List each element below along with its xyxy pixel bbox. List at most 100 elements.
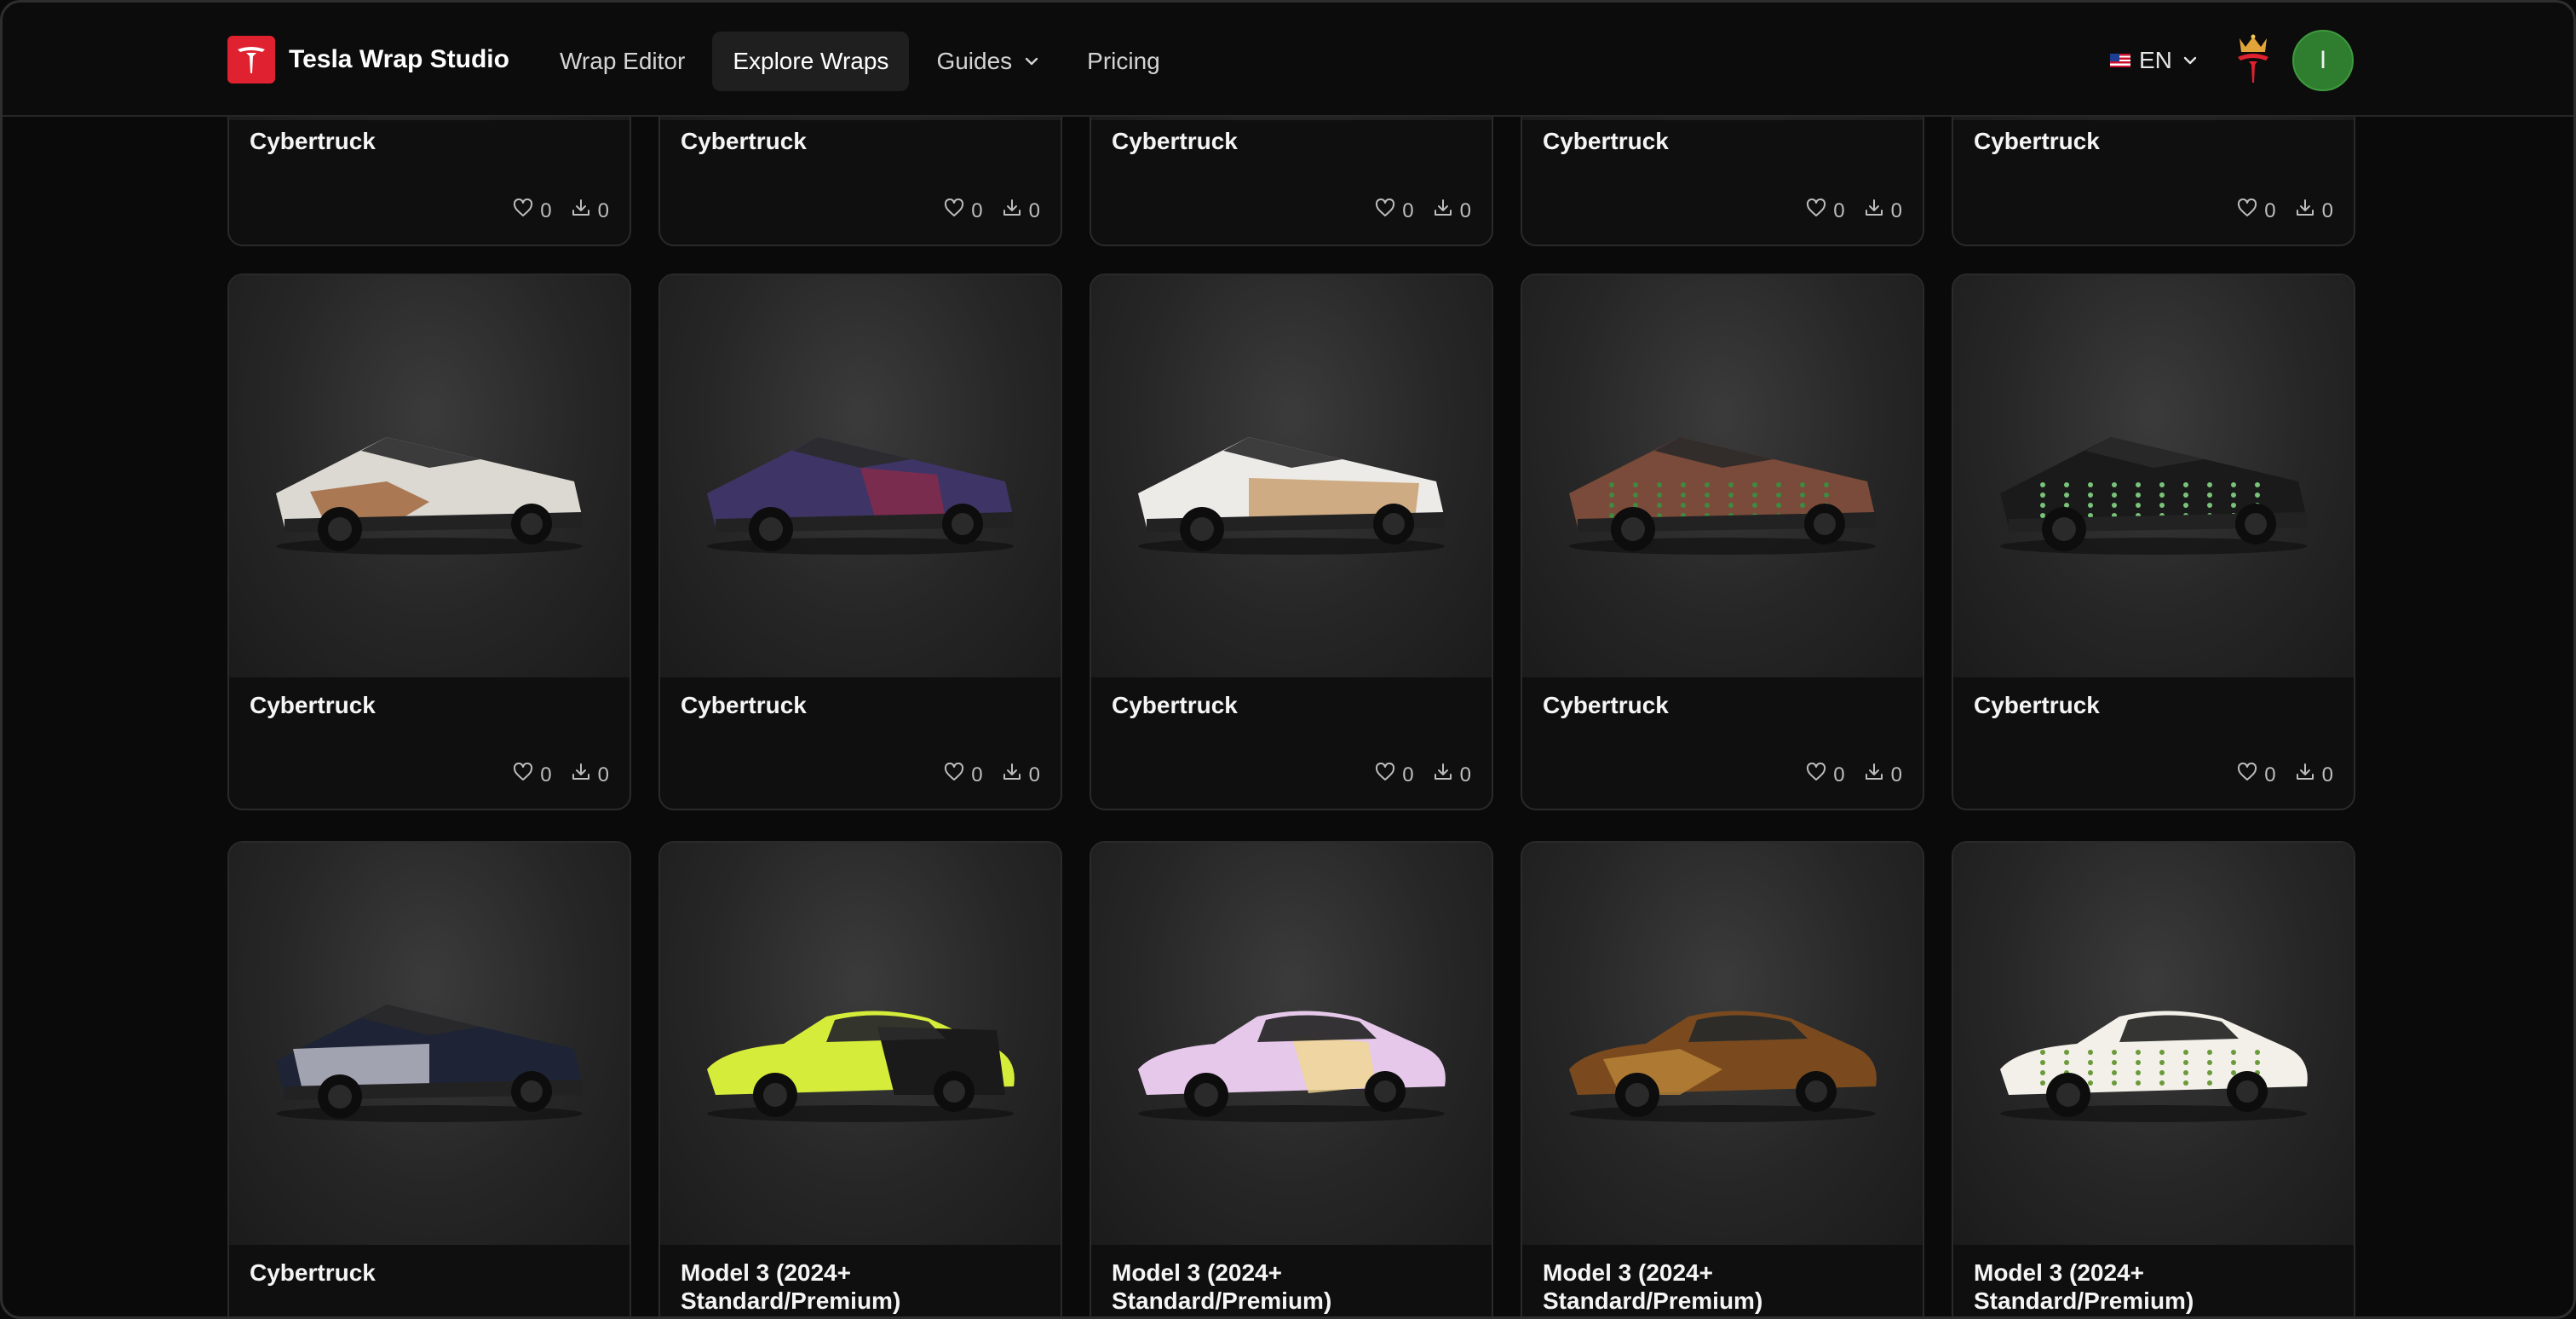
wrap-card-title: Cybertruck [1974, 692, 2100, 718]
download-button[interactable]: 0 [1433, 199, 1471, 223]
user-avatar[interactable]: I [2292, 30, 2354, 91]
wrap-preview[interactable] [229, 843, 630, 1245]
download-count: 0 [1028, 199, 1040, 222]
wrap-card-stats: 00 [1356, 198, 1471, 223]
download-button[interactable]: 0 [571, 199, 609, 223]
wrap-card-title: Cybertruck [681, 128, 807, 154]
wrap-card[interactable]: Cybertruck 0 0 [1952, 274, 2355, 810]
download-button[interactable]: 0 [1002, 763, 1040, 787]
language-selector[interactable]: EN [2110, 42, 2198, 79]
wrap-card-title: Cybertruck [1543, 128, 1669, 154]
download-count: 0 [1890, 199, 1902, 222]
wrap-card[interactable]: Cybertruck [227, 841, 631, 1316]
wrap-card[interactable]: Cybertruck 0 0 [1521, 274, 1924, 810]
download-button[interactable]: 0 [571, 763, 609, 787]
wrap-card-title: Cybertruck [250, 128, 376, 154]
wrap-preview[interactable] [1522, 275, 1923, 677]
nav-wrap-editor[interactable]: Wrap Editor [539, 32, 705, 91]
wrap-preview[interactable] [1953, 843, 2354, 1245]
wrap-card[interactable]: Model 3 (2024+ Standard/Premium) [658, 841, 1062, 1316]
nav-explore-wraps[interactable]: Explore Wraps [712, 32, 910, 91]
wrap-preview[interactable] [1091, 275, 1492, 677]
wrap-preview[interactable] [229, 275, 630, 677]
download-button[interactable]: 0 [1864, 763, 1902, 787]
like-button[interactable]: 0 [944, 198, 983, 223]
wrap-card[interactable]: Model 3 (2024+ Standard/Premium) [1952, 841, 2355, 1316]
like-count: 0 [971, 763, 983, 786]
like-button[interactable]: 0 [1806, 762, 1845, 787]
download-icon [1002, 199, 1029, 223]
chevron-down-icon [1024, 56, 1039, 66]
model3-image [2000, 1011, 2308, 1122]
heart-icon [1375, 762, 1402, 787]
download-icon [1433, 199, 1460, 223]
wrap-card[interactable]: Model 3 (2024+ Standard/Premium) [1090, 841, 1493, 1316]
top-nav-bar: Tesla Wrap Studio Wrap Editor Explore Wr… [3, 3, 2573, 117]
nav-guides[interactable]: Guides [916, 32, 1060, 91]
like-button[interactable]: 0 [944, 762, 983, 787]
like-count: 0 [1402, 199, 1414, 222]
wrap-card-title: Cybertruck [681, 692, 807, 718]
wrap-card-stats: 00 [494, 198, 609, 223]
wrap-card-title: Cybertruck [250, 692, 376, 718]
heart-icon [513, 198, 540, 223]
like-button[interactable]: 0 [513, 762, 552, 787]
like-button[interactable]: 0 [2237, 762, 2276, 787]
like-button[interactable]: 0 [2237, 198, 2276, 223]
download-icon [571, 763, 598, 787]
crown-icon[interactable] [2233, 33, 2274, 86]
wrap-card-stats: 00 [925, 198, 1040, 223]
download-button[interactable]: 0 [2295, 199, 2333, 223]
nav-label: Explore Wraps [733, 48, 889, 74]
model3-image [707, 1011, 1015, 1122]
download-button[interactable]: 0 [1002, 199, 1040, 223]
wrap-card[interactable]: Cybertruck 0 0 [658, 274, 1062, 810]
wrap-card[interactable]: Cybertruck 0 0 [227, 274, 631, 810]
download-count: 0 [1890, 763, 1902, 786]
download-button[interactable]: 0 [1864, 199, 1902, 223]
cybertruck-image [276, 437, 583, 555]
download-count: 0 [597, 199, 609, 222]
wrap-card[interactable]: Model 3 (2024+ Standard/Premium) [1521, 841, 1924, 1316]
nav-label: Guides [936, 48, 1013, 74]
wrap-preview[interactable] [660, 843, 1061, 1245]
heart-icon [1806, 762, 1833, 787]
like-button[interactable]: 0 [1375, 198, 1414, 223]
like-button[interactable]: 0 [1375, 762, 1414, 787]
download-count: 0 [597, 763, 609, 786]
wrap-preview[interactable] [660, 275, 1061, 677]
download-count: 0 [1028, 763, 1040, 786]
wrap-preview[interactable] [1522, 843, 1923, 1245]
wrap-card-stats: 00 [1787, 762, 1902, 787]
like-button[interactable]: 0 [513, 198, 552, 223]
nav-pricing[interactable]: Pricing [1067, 32, 1181, 91]
wrap-card[interactable]: Cybertruck 0 0 [1090, 274, 1493, 810]
model3-image [1138, 1011, 1446, 1122]
like-button[interactable]: 0 [1806, 198, 1845, 223]
wrap-card-stats: 00 [925, 762, 1040, 787]
model3-image [1569, 1011, 1877, 1122]
wrap-preview[interactable] [1953, 275, 2354, 677]
wrap-card-title: Model 3 (2024+ Standard/Premium) [681, 1259, 901, 1314]
cybertruck-image [1138, 437, 1445, 555]
heart-icon [513, 762, 540, 787]
wrap-card-stats: 00 [1356, 762, 1471, 787]
download-button[interactable]: 0 [1433, 763, 1471, 787]
cybertruck-image [2000, 437, 2307, 555]
wrap-card-title: Model 3 (2024+ Standard/Premium) [1112, 1259, 1332, 1314]
download-icon [1433, 763, 1460, 787]
heart-icon [2237, 762, 2264, 787]
wrap-card-title: Cybertruck [1543, 692, 1669, 718]
download-button[interactable]: 0 [2295, 763, 2333, 787]
nav-label: Pricing [1087, 48, 1160, 74]
download-icon [2295, 763, 2322, 787]
chevron-down-icon [2182, 55, 2198, 66]
avatar-initial: I [2319, 46, 2327, 74]
wrap-card-title: Cybertruck [1112, 692, 1238, 718]
heart-icon [2237, 198, 2264, 223]
download-icon [571, 199, 598, 223]
wrap-card-stats: 00 [494, 762, 609, 787]
brand[interactable]: Tesla Wrap Studio [227, 36, 509, 84]
download-count: 0 [1459, 199, 1471, 222]
wrap-preview[interactable] [1091, 843, 1492, 1245]
